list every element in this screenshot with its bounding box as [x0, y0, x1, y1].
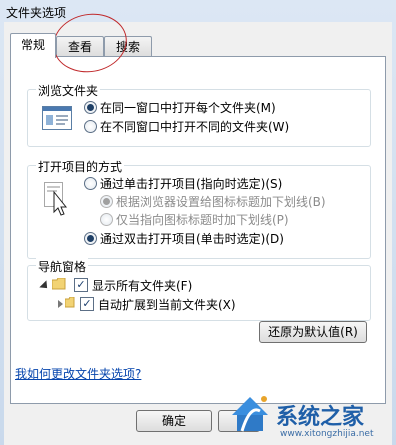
ok-button[interactable]: 确定 [136, 410, 212, 432]
browse-folders-group: 浏览文件夹 在同一窗口中打开每个文件夹(M) 在不同窗口中打开不同的文件夹(W) [27, 82, 371, 147]
click-items-group: 打开项目的方式 通过单击打开项目(指向时选定)(S) 根据浏览器设置给图标标题加… [27, 158, 371, 259]
restore-defaults-button[interactable]: 还原为默认值(R) [259, 321, 367, 343]
single-click-label[interactable]: 通过单击打开项目(指向时选定)(S) [100, 175, 282, 192]
browse-folders-legend: 浏览文件夹 [36, 82, 101, 99]
same-window-label[interactable]: 在同一窗口中打开每个文件夹(M) [100, 99, 276, 116]
watermark: 系统之家 www.xitongzhijia.net [228, 385, 396, 445]
underline-browser-radio [100, 195, 113, 208]
watermark-name: 系统之家 [276, 405, 365, 430]
underline-hover-label: 仅当指向图标标题时加下划线(P) [116, 213, 289, 227]
single-click-radio[interactable] [84, 177, 97, 190]
show-all-folders-label[interactable]: 显示所有文件夹(F) [92, 277, 192, 294]
underline-browser-label: 根据浏览器设置给图标标题加下划线(B) [116, 195, 326, 209]
general-tab-panel: 浏览文件夹 在同一窗口中打开每个文件夹(M) 在不同窗口中打开不同的文件夹(W)… [10, 56, 386, 404]
title-bar[interactable]: 文件夹选项 [0, 0, 396, 22]
new-window-label[interactable]: 在不同窗口中打开不同的文件夹(W) [100, 118, 289, 135]
house-logo-icon [232, 396, 268, 432]
new-window-radio[interactable] [84, 120, 97, 133]
collapsed-arrow-icon [58, 300, 63, 308]
help-link[interactable]: 我如何更改文件夹选项? [15, 365, 141, 382]
expanded-arrow-icon [39, 280, 51, 292]
watermark-url: www.xitongzhijia.net [280, 429, 374, 439]
folder-options-dialog: 文件夹选项 常规 查看 搜索 浏览文件夹 在同一窗口中打开每个文件夹(M) 在不… [0, 0, 396, 445]
small-folder-icon [65, 297, 75, 308]
tab-search[interactable]: 搜索 [104, 36, 152, 57]
dialog-client-area: 常规 查看 搜索 浏览文件夹 在同一窗口中打开每个文件夹(M) 在不同窗口中打开… [4, 22, 392, 445]
double-click-radio[interactable] [84, 232, 97, 245]
click-items-legend: 打开项目的方式 [36, 158, 125, 175]
double-click-label[interactable]: 通过双击打开项目(单击时选定)(D) [100, 230, 284, 247]
underline-hover-radio [100, 213, 113, 226]
show-all-folders-checkbox[interactable]: ✓ [74, 278, 88, 292]
navigation-pane-group: 导航窗格 ✓ 显示所有文件夹(F) ✓ 自动扩展到当前文件夹(X) [27, 258, 371, 321]
navigation-pane-legend: 导航窗格 [36, 258, 89, 275]
tab-view[interactable]: 查看 [56, 36, 104, 57]
same-window-radio[interactable] [84, 101, 97, 114]
tab-general[interactable]: 常规 [10, 33, 56, 58]
auto-expand-checkbox[interactable]: ✓ [80, 297, 94, 311]
folder-icon [52, 278, 66, 290]
auto-expand-label[interactable]: 自动扩展到当前文件夹(X) [98, 296, 236, 313]
click-pointer-icon [44, 182, 68, 216]
window-title: 文件夹选项 [6, 6, 67, 20]
window-preview-icon [42, 106, 72, 130]
